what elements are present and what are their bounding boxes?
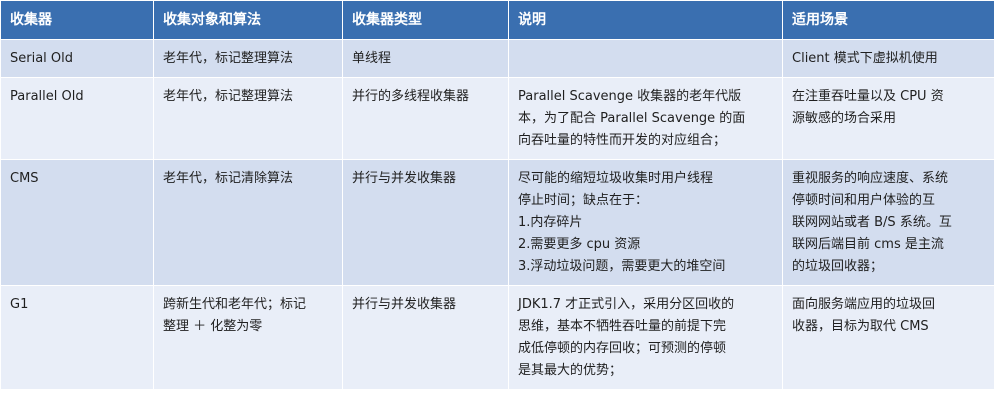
object-line: 整理 ＋ 化整为零 xyxy=(163,319,263,334)
scenario-line: 联网后端目前 cms 是主流 xyxy=(792,237,944,252)
description-line: 尽可能的缩短垃圾收集时用户线程 xyxy=(518,171,714,186)
table-row: Serial Old 老年代，标记整理算法 单线程 Client 模式下虚拟机使… xyxy=(0,39,994,78)
cell-collector: Serial Old xyxy=(0,39,154,78)
header-description: 说明 xyxy=(508,0,783,40)
description-line: 是其最大的优势； xyxy=(518,363,623,378)
cell-description: JDK1.7 才正式引入，采用分区回收的 思维，基本不牺牲吞吐量的前提下完 成低… xyxy=(508,285,783,390)
description-line: 向吞吐量的特性而开发的对应组合； xyxy=(518,133,727,148)
description-line: 成低停顿的内存回收；可预测的停顿 xyxy=(518,341,727,356)
cell-object: 跨新生代和老年代；标记 整理 ＋ 化整为零 xyxy=(153,285,343,390)
cell-type: 单线程 xyxy=(342,39,509,78)
cell-scenario: Client 模式下虚拟机使用 xyxy=(782,39,994,78)
scenario-line: 联网网站或者 B/S 系统。互 xyxy=(792,215,952,230)
description-line: 3.浮动垃圾问题，需要更大的堆空间 xyxy=(518,259,726,274)
cell-description xyxy=(508,39,783,78)
description-line: 本，为了配合 Parallel Scavenge 的面 xyxy=(518,111,746,126)
cell-type: 并行与并发收集器 xyxy=(342,159,509,286)
description-line: 1.内存碎片 xyxy=(518,215,583,230)
scenario-line: 的垃圾回收器； xyxy=(792,259,884,274)
table-row: CMS 老年代，标记清除算法 并行与并发收集器 尽可能的缩短垃圾收集时用户线程 … xyxy=(0,159,994,286)
scenario-line: 在注重吞吐量以及 CPU 资 xyxy=(792,89,944,104)
gc-collector-table: 收集器 收集对象和算法 收集器类型 说明 适用场景 Serial Old 老年代… xyxy=(0,0,994,390)
cell-object: 老年代，标记清除算法 xyxy=(153,159,343,286)
cell-scenario: 面向服务端应用的垃圾回 收器，目标为取代 CMS xyxy=(782,285,994,390)
table-header-row: 收集器 收集对象和算法 收集器类型 说明 适用场景 xyxy=(0,0,994,40)
header-object-algorithm: 收集对象和算法 xyxy=(153,0,343,40)
cell-description: 尽可能的缩短垃圾收集时用户线程 停止时间；缺点在于： 1.内存碎片 2.需要更多… xyxy=(508,159,783,286)
cell-object: 老年代，标记整理算法 xyxy=(153,39,343,78)
scenario-line: 重视服务的响应速度、系统 xyxy=(792,171,949,186)
scenario-line: 停顿时间和用户体验的互 xyxy=(792,193,936,208)
table-row: G1 跨新生代和老年代；标记 整理 ＋ 化整为零 并行与并发收集器 JDK1.7… xyxy=(0,285,994,390)
cell-collector: CMS xyxy=(0,159,154,286)
description-line: 思维，基本不牺牲吞吐量的前提下完 xyxy=(518,319,727,334)
table-row: Parallel Old 老年代，标记整理算法 并行的多线程收集器 Parall… xyxy=(0,77,994,160)
description-line: 2.需要更多 cpu 资源 xyxy=(518,237,641,252)
cell-scenario: 在注重吞吐量以及 CPU 资 源敏感的场合采用 xyxy=(782,77,994,160)
description-line: 停止时间；缺点在于： xyxy=(518,193,649,208)
cell-scenario: 重视服务的响应速度、系统 停顿时间和用户体验的互 联网网站或者 B/S 系统。互… xyxy=(782,159,994,286)
scenario-line: Client 模式下虚拟机使用 xyxy=(792,51,938,66)
cell-object: 老年代，标记整理算法 xyxy=(153,77,343,160)
scenario-line: 收器，目标为取代 CMS xyxy=(792,319,929,334)
scenario-line: 面向服务端应用的垃圾回 xyxy=(792,297,936,312)
cell-collector: Parallel Old xyxy=(0,77,154,160)
cell-type: 并行与并发收集器 xyxy=(342,285,509,390)
header-scenario: 适用场景 xyxy=(782,0,994,40)
header-collector: 收集器 xyxy=(0,0,154,40)
header-collector-type: 收集器类型 xyxy=(342,0,509,40)
object-line: 跨新生代和老年代；标记 xyxy=(163,297,307,312)
description-line: JDK1.7 才正式引入，采用分区回收的 xyxy=(518,297,735,312)
cell-description: Parallel Scavenge 收集器的老年代版 本，为了配合 Parall… xyxy=(508,77,783,160)
description-line: Parallel Scavenge 收集器的老年代版 xyxy=(518,89,742,104)
scenario-line: 源敏感的场合采用 xyxy=(792,111,897,126)
cell-collector: G1 xyxy=(0,285,154,390)
cell-type: 并行的多线程收集器 xyxy=(342,77,509,160)
